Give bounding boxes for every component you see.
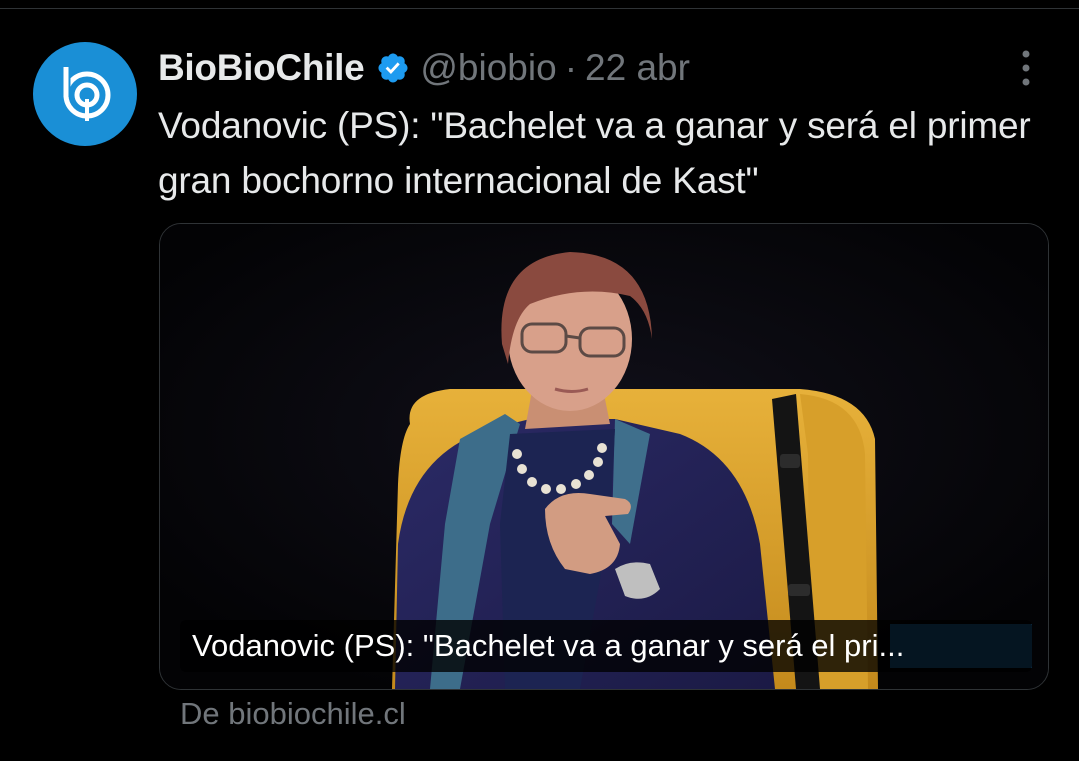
verified-badge-icon (376, 51, 410, 85)
card-caption: Vodanovic (PS): "Bachelet va a ganar y s… (180, 620, 1032, 672)
tweet-header: BioBioChile @biobio · 22 abr (158, 40, 690, 96)
handle[interactable]: @biobio (420, 47, 556, 89)
display-name[interactable]: BioBioChile (158, 47, 365, 89)
tweet-text: Vodanovic (PS): "Bachelet va a ganar y s… (158, 105, 1031, 201)
link-card[interactable]: Vodanovic (PS): "Bachelet va a ganar y s… (159, 223, 1049, 690)
more-options-button[interactable] (1011, 48, 1041, 88)
card-source[interactable]: De biobiochile.cl (180, 696, 406, 732)
avatar[interactable] (33, 42, 137, 146)
tweet-date[interactable]: 22 abr (585, 47, 690, 89)
top-divider (0, 8, 1079, 9)
biobiochile-logo-icon (61, 67, 111, 121)
more-options-icon (1022, 50, 1030, 86)
separator-dot: · (564, 47, 578, 88)
